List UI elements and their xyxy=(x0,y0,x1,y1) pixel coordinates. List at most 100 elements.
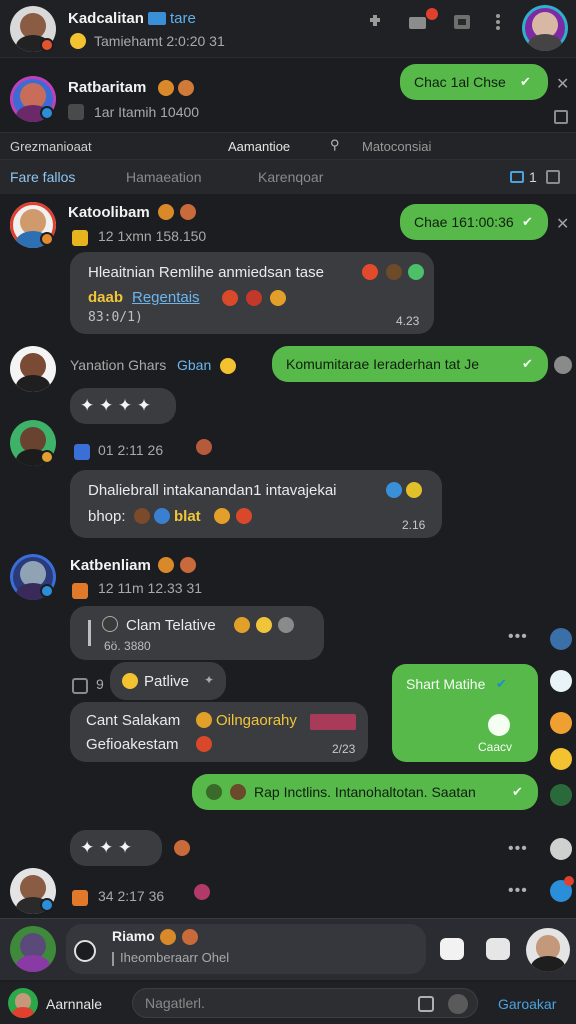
quoted-message[interactable]: Clam Telative 6ö. 3880 xyxy=(70,606,324,660)
outgoing-message[interactable]: Chae 161:00:36 ✔ xyxy=(400,204,548,240)
outgoing-message[interactable]: Rap Inctlins. Intanohaltotan. Saatan ✔ xyxy=(192,774,538,810)
laugh-emoji-icon[interactable] xyxy=(550,748,572,770)
message-text: Chae 161:00:36 xyxy=(414,214,514,230)
ghost-emoji-icon[interactable] xyxy=(550,670,572,692)
profile-avatar[interactable] xyxy=(522,5,568,51)
reaction-emoji-icon[interactable] xyxy=(554,356,572,374)
flame-emoji-icon xyxy=(158,557,174,573)
smile-emoji-icon xyxy=(180,557,196,573)
sticker-emoji-icon xyxy=(230,784,246,800)
message-text: Komumitarae Ieraderhan tat Je xyxy=(286,356,479,372)
flame-emoji-icon xyxy=(234,617,250,633)
tab-item[interactable]: Matoconsiai xyxy=(362,139,431,154)
more-vertical-icon[interactable] xyxy=(494,13,512,31)
outgoing-message[interactable]: Komumitarae Ieraderhan tat Je ✔ xyxy=(272,346,548,382)
attach-icon[interactable] xyxy=(418,996,434,1012)
message-time: 2/23 xyxy=(332,742,356,756)
sparkles-icon: ✦ ✦ ✦ xyxy=(80,838,133,857)
smile-emoji-icon xyxy=(70,33,86,49)
sticker-emoji-icon xyxy=(196,439,212,455)
message-text: Cant Salakam xyxy=(86,712,181,729)
whatsapp-icon xyxy=(488,714,510,736)
smile-emoji-icon xyxy=(180,204,196,220)
outgoing-message[interactable]: Chac 1al Chse ✔ xyxy=(400,64,548,100)
smile-emoji-icon xyxy=(270,290,286,306)
message-tag: daab xyxy=(88,289,124,306)
message-text: Hleaitnian Remlihe anmiedsan tase xyxy=(88,264,324,281)
play-icon xyxy=(74,444,90,460)
book-emoji-icon xyxy=(154,508,170,524)
smile-emoji-icon[interactable] xyxy=(550,712,572,734)
filter-tab-active[interactable]: Fare fallos xyxy=(10,169,75,185)
image-thumbnail xyxy=(310,714,356,730)
read-check-icon: ✔ xyxy=(496,676,507,691)
sparkle-emoji-icon xyxy=(256,617,272,633)
sender-avatar[interactable] xyxy=(10,346,56,392)
puzzle-icon[interactable] xyxy=(366,13,384,31)
message-link[interactable]: Regentais xyxy=(132,289,200,306)
outgoing-card-message[interactable]: Shart Matihe ✔ Caacv xyxy=(392,664,538,762)
message-meta-highlight: Gban xyxy=(177,357,212,373)
emoji-reaction-bubble[interactable]: ✦ ✦ ✦ ✦ xyxy=(70,388,176,424)
window-icon[interactable] xyxy=(453,13,471,31)
message-text: Dhaliebrall intakanandan1 intavajekai xyxy=(88,482,337,499)
smile-emoji-icon xyxy=(178,80,194,96)
drop-emoji-icon xyxy=(386,482,402,498)
card-subtitle: Caacv xyxy=(478,740,513,754)
more-horizontal-icon[interactable]: ••• xyxy=(508,628,528,646)
filter-count: 1 xyxy=(529,169,537,185)
chat-bubble-icon[interactable] xyxy=(440,938,464,960)
pill-message[interactable]: Patlive ✦ xyxy=(110,662,226,700)
search-icon[interactable]: ⚲ xyxy=(330,137,340,153)
incoming-message[interactable]: Hleaitnian Remlihe anmiedsan tase daab R… xyxy=(70,252,434,334)
flame-emoji-icon xyxy=(158,204,174,220)
reaction-emoji-icon[interactable] xyxy=(550,628,572,650)
share-icon[interactable] xyxy=(554,110,568,124)
message-text: Rap Inctlins. Intanohaltotan. Saatan xyxy=(254,784,476,800)
voice-icon[interactable] xyxy=(74,940,96,962)
quote-bar xyxy=(88,620,91,646)
close-icon[interactable]: ✕ xyxy=(556,74,569,94)
tab-item[interactable]: Grezmanioaat xyxy=(10,139,92,154)
grid-icon[interactable] xyxy=(546,170,560,184)
emoji-picker-icon[interactable] xyxy=(448,994,468,1014)
message-time: 4.23 xyxy=(396,314,420,328)
sparkle-emoji-icon xyxy=(278,617,294,633)
share-icon[interactable] xyxy=(550,838,572,860)
user-avatar[interactable] xyxy=(8,988,38,1018)
notification-badge xyxy=(564,876,574,886)
profile-avatar[interactable] xyxy=(526,928,570,972)
cat-emoji-icon xyxy=(386,264,402,280)
calendar-icon xyxy=(72,583,88,599)
message-tag: blat xyxy=(174,508,201,525)
tab-item[interactable]: Aamantioe xyxy=(228,139,290,154)
message-tag: Oilngaorahy xyxy=(216,712,297,729)
camera-icon[interactable] xyxy=(408,13,426,31)
clock-icon xyxy=(68,104,84,120)
message-meta: 1ar Itamih 10400 xyxy=(94,104,200,120)
robot-icon[interactable] xyxy=(486,938,510,960)
filter-tab[interactable]: Hamaeation xyxy=(126,169,202,185)
emoji-reaction-bubble[interactable]: ✦ ✦ ✦ xyxy=(70,830,162,866)
more-horizontal-icon[interactable]: ••• xyxy=(508,882,528,900)
input-placeholder: Nagatlerl. xyxy=(145,995,205,1011)
send-button[interactable]: Garoakar xyxy=(498,996,556,1012)
incoming-message[interactable]: Dhaliebrall intakanandan1 intavajekai bh… xyxy=(70,470,442,538)
incoming-message[interactable]: Cant Salakam Oilngaorahy Gefioakestam 2/… xyxy=(70,702,368,762)
sender-avatar[interactable] xyxy=(10,926,56,972)
sparkle-emoji-icon xyxy=(408,264,424,280)
message-meta: Yanation Ghars xyxy=(70,357,167,373)
more-horizontal-icon[interactable]: ••• xyxy=(508,840,528,858)
reaction-emoji-icon[interactable] xyxy=(550,784,572,806)
user-label: Aarnnale xyxy=(46,996,103,1012)
flame-emoji-icon xyxy=(160,929,176,945)
close-icon[interactable]: ✕ xyxy=(556,214,569,234)
media-icon[interactable] xyxy=(510,171,524,183)
online-status-dot xyxy=(40,450,54,464)
chat-title: Kadcalitan xyxy=(68,10,144,27)
quote-subtitle: 6ö. 3880 xyxy=(104,639,151,653)
sparkle-emoji-icon xyxy=(406,482,422,498)
filter-tab[interactable]: Karenqoar xyxy=(258,169,323,185)
card-title: Shart Matihe xyxy=(406,676,486,692)
smile-emoji-icon xyxy=(196,712,212,728)
